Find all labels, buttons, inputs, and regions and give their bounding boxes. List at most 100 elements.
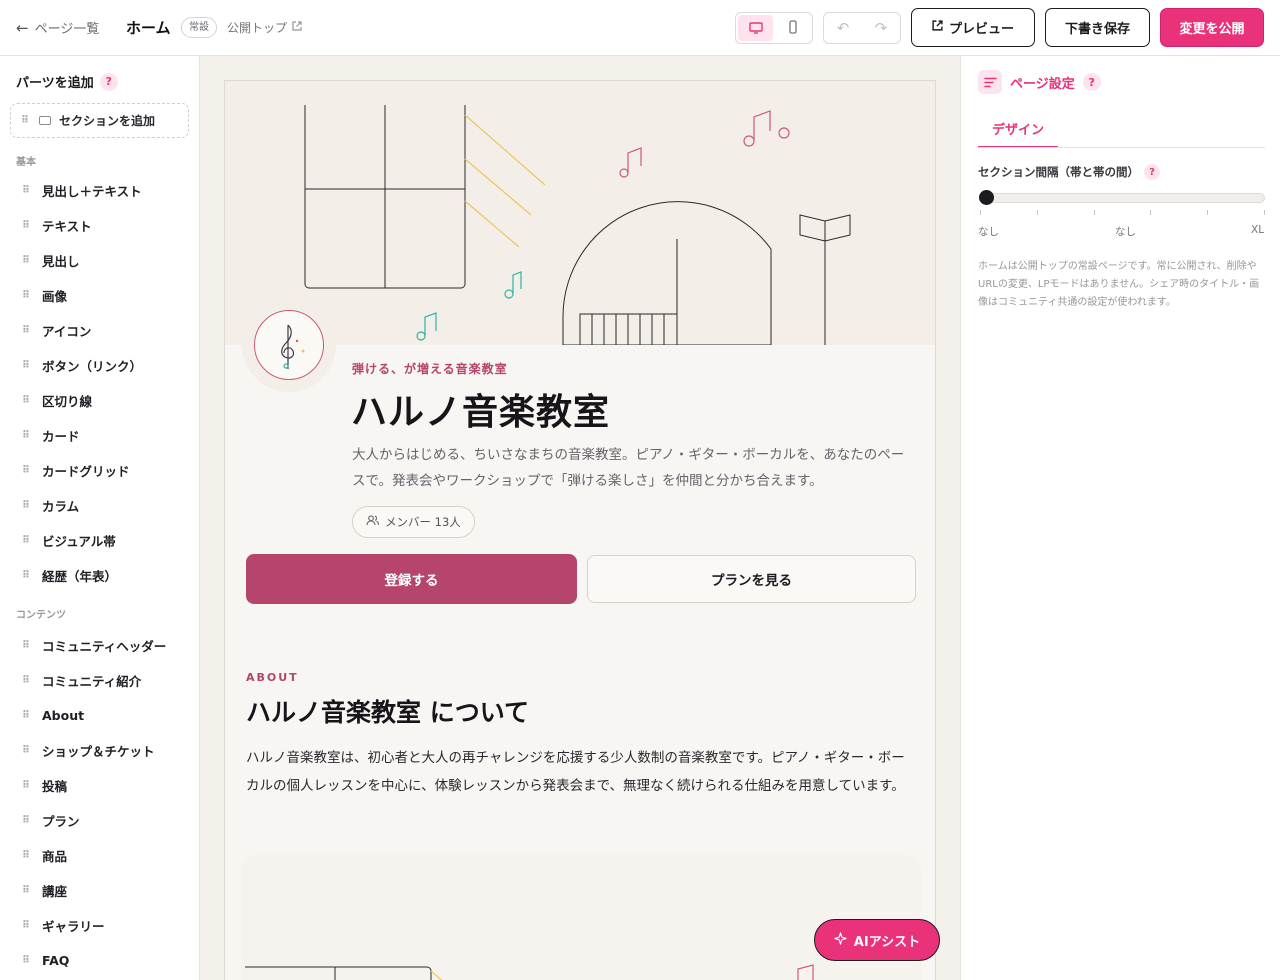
part-item[interactable]: ⠿ 見出し: [22, 250, 80, 270]
add-section-button[interactable]: ⠿ セクションを追加: [10, 103, 189, 138]
part-item[interactable]: ⠿ テキスト: [22, 215, 92, 235]
tab-design[interactable]: デザイン: [978, 116, 1058, 148]
section-spacing-slider[interactable]: [980, 193, 1265, 203]
part-item[interactable]: ⠿ コミュニティ紹介: [22, 670, 141, 690]
part-label: 見出し: [42, 253, 80, 269]
part-item[interactable]: ⠿ 経歴（年表）: [22, 565, 117, 585]
preview-icon: [932, 20, 943, 35]
slider-thumb[interactable]: [979, 190, 994, 205]
history-controls: ↶ ↷: [823, 12, 901, 44]
part-label: コミュニティヘッダー: [42, 638, 167, 654]
grip-icon: ⠿: [22, 359, 30, 371]
grip-icon: ⠿: [22, 429, 30, 441]
scale-mid-label: なし: [1115, 226, 1136, 238]
grip-icon: ⠿: [22, 289, 30, 301]
external-link-icon: [292, 21, 302, 34]
part-item[interactable]: ⠿ カード: [22, 425, 80, 445]
parts-header: パーツを追加 ?: [16, 72, 118, 91]
part-label: FAQ: [42, 952, 70, 968]
part-item[interactable]: ⠿ 見出し＋テキスト: [22, 180, 142, 200]
mobile-icon: [788, 19, 798, 38]
next-section-preview: [241, 855, 921, 980]
grip-icon: ⠿: [22, 324, 30, 336]
public-top-label: 公開トップ: [227, 21, 288, 35]
part-label: カード: [42, 428, 80, 444]
grip-icon: ⠿: [22, 499, 30, 511]
mobile-view-button[interactable]: [775, 15, 810, 41]
hero-title: ハルノ音楽教室: [351, 392, 611, 433]
grip-icon: ⠿: [22, 569, 30, 581]
part-item[interactable]: ⠿ 講座: [22, 880, 67, 900]
grip-icon: ⠿: [22, 814, 30, 826]
part-item[interactable]: ⠿ カラム: [22, 495, 79, 515]
grip-icon: ⠿: [22, 464, 30, 476]
part-label: ギャラリー: [42, 918, 105, 934]
hero-illustration: [225, 81, 935, 346]
part-item[interactable]: ⠿ コミュニティヘッダー: [22, 635, 166, 655]
part-item[interactable]: ⠿ アイコン: [22, 320, 91, 340]
community-logo: [242, 298, 336, 392]
home-page-note: ホームは公開トップの常設ページです。常に公開され、削除やURLの変更、LPモード…: [978, 261, 1260, 308]
part-item[interactable]: ⠿ FAQ: [22, 950, 69, 970]
part-item[interactable]: ⠿ ギャラリー: [22, 915, 105, 935]
page-canvas[interactable]: 弾ける、が増える音楽教室 ハルノ音楽教室 大人からはじめる、ちいさなまちの音楽教…: [224, 80, 936, 980]
part-item[interactable]: ⠿ ショップ＆チケット: [22, 740, 155, 760]
part-item[interactable]: ⠿ About: [22, 705, 84, 725]
part-item[interactable]: ⠿ ビジュアル帯: [22, 530, 116, 550]
part-item[interactable]: ⠿ ボタン（リンク）: [22, 355, 142, 375]
back-to-pages-link[interactable]: ← ページ一覧: [16, 18, 100, 38]
part-item[interactable]: ⠿ 区切り線: [22, 390, 92, 410]
publish-button[interactable]: 変更を公開: [1160, 8, 1264, 47]
help-icon[interactable]: ?: [1144, 164, 1160, 180]
grip-icon: ⠿: [22, 534, 30, 546]
help-icon[interactable]: ?: [1082, 73, 1101, 91]
part-label: ショップ＆チケット: [42, 743, 155, 759]
group-label-basic: 基本: [16, 157, 36, 168]
register-button[interactable]: 登録する: [246, 554, 577, 604]
grip-icon: ⠿: [22, 674, 30, 686]
grip-icon: ⠿: [22, 884, 30, 896]
part-item[interactable]: ⠿ 画像: [22, 285, 67, 305]
part-label: コミュニティ紹介: [42, 673, 142, 689]
part-label: 経歴（年表）: [42, 568, 118, 584]
save-draft-button[interactable]: 下書き保存: [1045, 8, 1150, 47]
desktop-view-button[interactable]: [738, 15, 773, 41]
sparkle-icon: [834, 931, 847, 949]
parts-header-label: パーツを追加: [16, 76, 94, 91]
preview-button[interactable]: プレビュー: [911, 8, 1035, 47]
grip-icon: ⠿: [22, 779, 30, 791]
page-settings-panel: ページ設定 ? デザイン セクション間隔（帯と帯の間） ? なし なし XL ホ…: [960, 56, 1280, 980]
grip-icon: ⠿: [22, 184, 30, 196]
tab-divider: [978, 147, 1265, 148]
undo-icon[interactable]: ↶: [837, 19, 850, 37]
part-label: 商品: [42, 848, 68, 864]
group-label-contents: コンテンツ: [16, 610, 66, 621]
view-plans-button[interactable]: プランを見る: [587, 555, 916, 603]
grip-icon: ⠿: [22, 849, 30, 861]
part-label: カードグリッド: [42, 463, 130, 479]
part-label: 画像: [42, 288, 68, 304]
part-item[interactable]: ⠿ 投稿: [22, 775, 67, 795]
grip-icon: ⠿: [22, 744, 30, 756]
about-body: ハルノ音楽教室は、初心者と大人の再チャレンジを応援する少人数制の音楽教室です。ピ…: [246, 750, 905, 794]
member-count-pill: メンバー 13人: [352, 506, 475, 538]
ai-assist-button[interactable]: AIアシスト: [814, 919, 940, 961]
add-section-label: セクションを追加: [59, 114, 156, 128]
ai-assist-label: AIアシスト: [853, 934, 921, 950]
device-toggle: [735, 12, 813, 44]
help-icon[interactable]: ?: [99, 72, 118, 91]
part-item[interactable]: ⠿ 商品: [22, 845, 67, 865]
about-title: ハルノ音楽教室 について: [246, 698, 529, 727]
grip-icon: ⠿: [22, 394, 30, 406]
part-label: ボタン（リンク）: [42, 358, 143, 374]
grip-icon: ⠿: [22, 709, 30, 721]
grip-icon: ⠿: [22, 254, 30, 266]
part-label: ビジュアル帯: [42, 533, 116, 549]
slider-ticks: [980, 210, 1265, 216]
redo-icon[interactable]: ↷: [875, 19, 888, 37]
back-label: ページ一覧: [34, 22, 100, 37]
public-top-link[interactable]: 公開トップ: [227, 19, 302, 36]
panel-header: ページ設定 ?: [978, 70, 1101, 94]
part-item[interactable]: ⠿ カードグリッド: [22, 460, 130, 480]
part-item[interactable]: ⠿ プラン: [22, 810, 80, 830]
